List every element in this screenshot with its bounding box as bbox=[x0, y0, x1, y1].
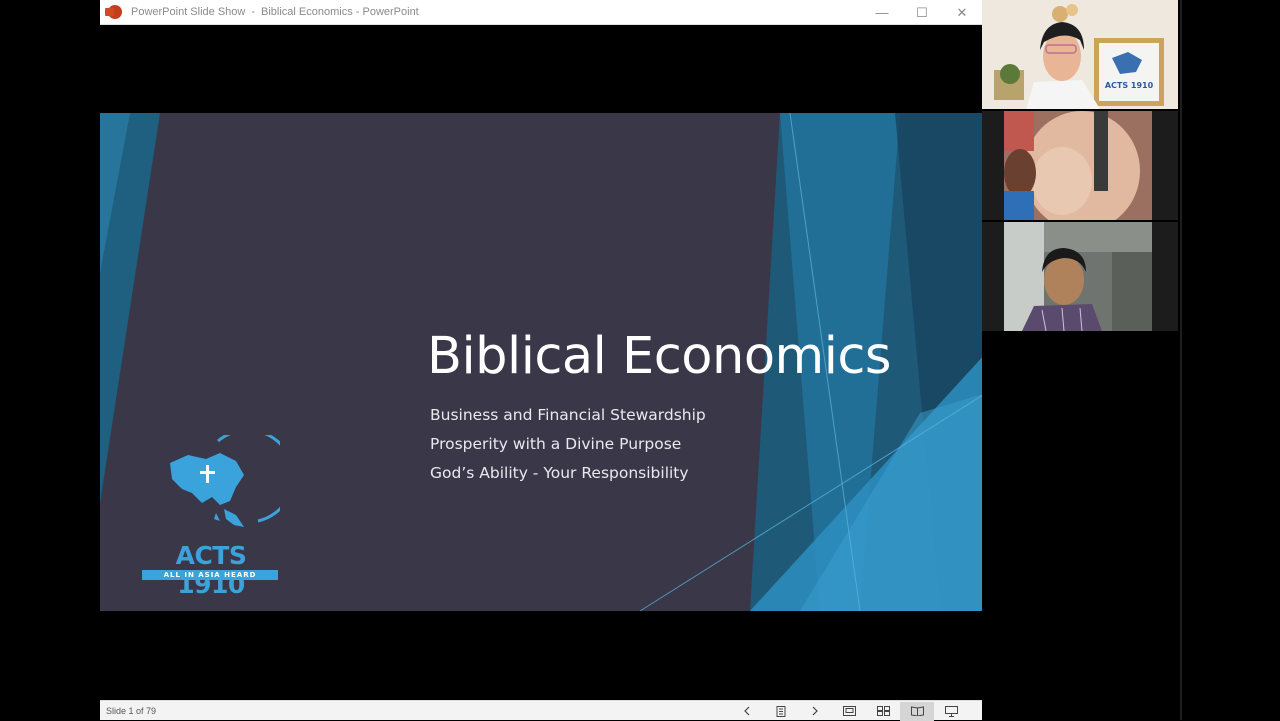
title-bar: PowerPoint Slide Show - Biblical Economics… bbox=[100, 0, 982, 25]
chevron-left-icon[interactable] bbox=[730, 702, 764, 721]
chevron-right-icon[interactable] bbox=[798, 702, 832, 721]
participant-video-tile[interactable]: ACTS 1910 bbox=[982, 0, 1178, 109]
maximize-button[interactable]: ☐ bbox=[902, 0, 942, 25]
title-separator: - bbox=[251, 6, 256, 18]
participant-video bbox=[982, 222, 1178, 331]
slides-menu-icon[interactable] bbox=[764, 702, 798, 721]
status-bar: Slide 1 of 79 bbox=[100, 700, 986, 721]
slide-sorter-icon[interactable] bbox=[866, 702, 900, 721]
view-controls bbox=[730, 701, 968, 721]
document-title: Biblical Economics - PowerPoint bbox=[261, 6, 419, 18]
svg-text:ACTS 1910: ACTS 1910 bbox=[1105, 81, 1154, 90]
subtitle-3: God’s Ability - Your Responsibility bbox=[430, 464, 689, 482]
acts-1910-logo: ACTS 1910 ALL IN ASIA HEARD bbox=[140, 428, 296, 599]
normal-view-icon[interactable] bbox=[832, 702, 866, 721]
slide-show-area[interactable]: Biblical Economics Business and Financia… bbox=[100, 25, 986, 700]
window-title: PowerPoint Slide Show - Biblical Economics… bbox=[131, 6, 419, 18]
slide-counter: Slide 1 of 79 bbox=[106, 705, 157, 716]
app-name: PowerPoint Slide Show bbox=[131, 6, 246, 18]
slide[interactable]: Biblical Economics Business and Financia… bbox=[100, 113, 986, 611]
asia-map-icon bbox=[170, 428, 296, 527]
logo-tagline: ALL IN ASIA HEARD bbox=[142, 570, 278, 580]
participant-video-tile[interactable] bbox=[982, 222, 1178, 331]
video-gallery: ACTS 1910 bbox=[982, 0, 1178, 720]
subtitle-2: Prosperity with a Divine Purpose bbox=[430, 435, 682, 453]
panel-divider bbox=[1180, 0, 1182, 720]
close-button[interactable]: ✕ bbox=[942, 0, 982, 25]
slideshow-icon[interactable] bbox=[934, 702, 968, 721]
participant-video bbox=[982, 111, 1178, 220]
minimize-button[interactable]: — bbox=[862, 0, 902, 25]
slide-title: Biblical Economics bbox=[427, 327, 892, 386]
participant-video-tile[interactable] bbox=[982, 111, 1178, 220]
window-controls: — ☐ ✕ bbox=[862, 0, 982, 25]
reading-view-icon[interactable] bbox=[900, 701, 934, 721]
subtitle-1: Business and Financial Stewardship bbox=[430, 406, 706, 424]
powerpoint-window: PowerPoint Slide Show - Biblical Economics… bbox=[100, 0, 986, 721]
participant-video: ACTS 1910 bbox=[982, 0, 1178, 109]
powerpoint-icon bbox=[105, 5, 122, 19]
